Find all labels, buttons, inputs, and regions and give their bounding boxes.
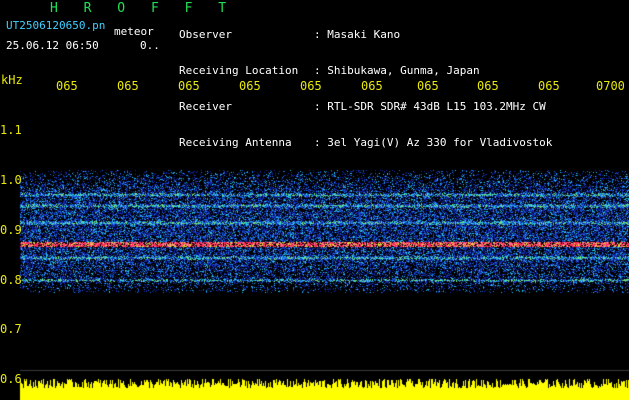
time-tick: 065: [417, 79, 439, 93]
time-tick: 065: [178, 79, 200, 93]
time-tick: 0700: [596, 79, 625, 93]
freq-tick: 0.8: [0, 273, 22, 287]
freq-tick: 0.6: [0, 372, 22, 386]
time-tick: 065: [477, 79, 499, 93]
time-tick: 065: [300, 79, 322, 93]
info-row-antenna: Receiving Antenna : 3el Yagi(V) Az 330 fo…: [179, 137, 552, 149]
freq-tick: 0.7: [0, 322, 22, 336]
time-tick: 065: [538, 79, 560, 93]
info-label: Receiving Antenna: [179, 136, 292, 149]
filename-suffix: meteor: [114, 25, 154, 38]
info-row-location: Receiving Location : Shibukawa, Gunma, Ja…: [179, 65, 552, 77]
time-tick: 065: [56, 79, 78, 93]
time-tick: 065: [117, 79, 139, 93]
info-value: : Masaki Kano: [314, 28, 401, 41]
freq-tick: 0.9: [0, 223, 22, 237]
freq-tick: 1.1: [0, 123, 22, 137]
filename-label: UT2506120650.pn: [6, 19, 106, 32]
time-tick: 065: [239, 79, 261, 93]
frequency-axis: 1.1 1.0 0.9 0.8 0.7 0.6: [0, 0, 22, 400]
time-tick: 065: [361, 79, 383, 93]
info-value: : Shibukawa, Gunma, Japan: [314, 64, 480, 77]
extra-label: 0..: [140, 39, 160, 52]
info-label: Receiving Location: [179, 64, 299, 77]
time-axis: 065 065 065 065 065 065 065 065 065 0700: [0, 80, 629, 94]
info-row-observer: Observer : Masaki Kano: [179, 29, 552, 41]
info-value: : RTL-SDR SDR# 43dB L15 103.2MHz CW: [314, 100, 546, 113]
info-label: Observer: [179, 28, 232, 41]
info-value: : 3el Yagi(V) Az 330 for Vladivostok: [314, 136, 553, 149]
freq-tick: 1.0: [0, 173, 22, 187]
info-row-receiver: Receiver : RTL-SDR SDR# 43dB L15 103.2MHz…: [179, 101, 552, 113]
info-label: Receiver: [179, 100, 232, 113]
